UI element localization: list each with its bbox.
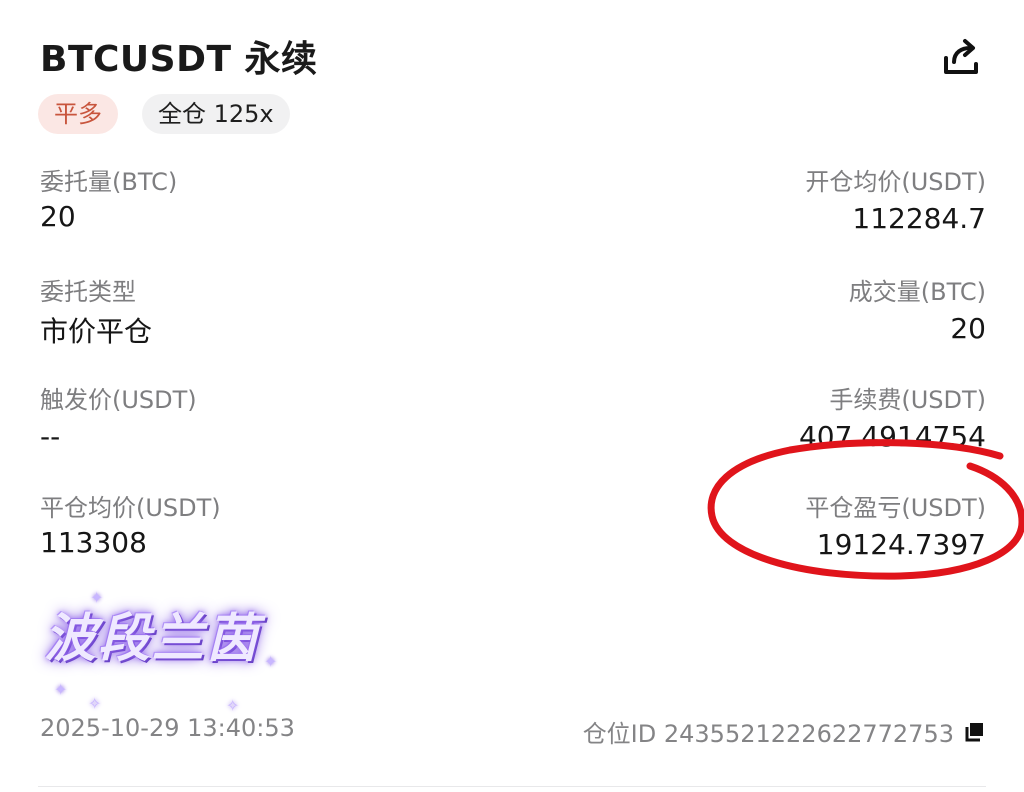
- position-id: 仓位ID 2435521222622772753: [583, 714, 986, 749]
- filled-qty-label: 成交量(BTC): [848, 278, 986, 306]
- close-avg-label: 平仓均价(USDT): [40, 494, 221, 522]
- watermark-text: 波段兰茵: [44, 609, 261, 669]
- filled-qty-value: 20: [950, 312, 986, 345]
- open-avg-value: 112284.7: [852, 202, 986, 235]
- copy-icon[interactable]: [962, 720, 986, 744]
- close-avg-value: 113308: [40, 526, 147, 559]
- fee-label: 手续费(USDT): [829, 386, 986, 414]
- order-timestamp: 2025-10-29 13:40:53: [40, 714, 295, 742]
- order-type-label: 委托类型: [40, 278, 136, 306]
- side-badge: 平多: [38, 94, 118, 134]
- order-qty-label: 委托量(BTC): [40, 168, 178, 196]
- trigger-price-label: 触发价(USDT): [40, 386, 197, 414]
- open-avg-label: 开仓均价(USDT): [805, 168, 986, 196]
- pnl-value: 19124.7397: [816, 528, 986, 561]
- position-id-text: 仓位ID 2435521222622772753: [582, 720, 954, 748]
- margin-badge: 全仓 125x: [142, 94, 290, 134]
- order-qty-value: 20: [40, 200, 76, 233]
- order-detail-card: BTCUSDT 永续 平多 全仓 125x 委托量(BTC) 20 开仓均价(U…: [0, 0, 1024, 792]
- page-title: BTCUSDT 永续: [40, 39, 318, 80]
- share-icon: [944, 39, 978, 74]
- watermark: ✦ ✦ ✦ ✧ ✧ 波段兰茵: [44, 588, 278, 715]
- order-type-value: 市价平仓: [40, 315, 153, 348]
- bottom-divider: [38, 786, 986, 787]
- fee-value: 407.4914754: [798, 420, 986, 453]
- trigger-price-value: --: [40, 420, 61, 453]
- share-button[interactable]: [938, 36, 986, 80]
- pnl-label: 平仓盈亏(USDT): [805, 494, 986, 522]
